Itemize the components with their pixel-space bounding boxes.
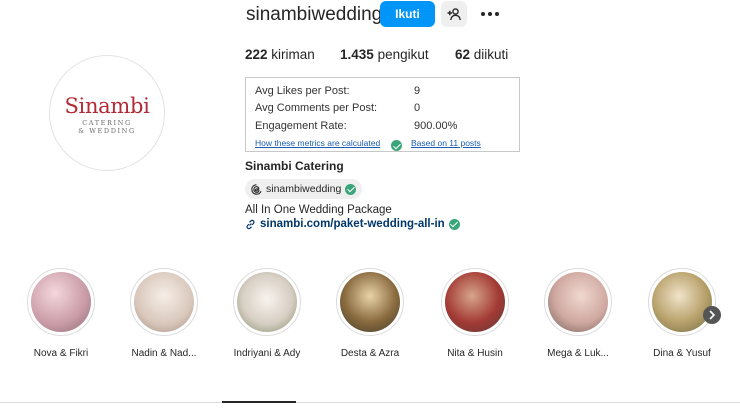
- highlight-cover: [548, 272, 608, 332]
- metrics-check-icon: [391, 140, 402, 152]
- how-metrics-link[interactable]: How these metrics are calculated: [255, 138, 380, 148]
- highlights-next-button[interactable]: [703, 306, 721, 324]
- following-count: 62: [455, 47, 471, 62]
- avg-likes-value: 9: [414, 85, 421, 97]
- highlight-label: Nita & Husin: [447, 348, 503, 359]
- highlight-cover: [31, 272, 91, 332]
- add-person-icon: [447, 8, 461, 21]
- avg-likes-label: Avg Likes per Post:: [255, 85, 350, 97]
- highlight-label: Desta & Azra: [340, 348, 400, 359]
- highlight-cover: [237, 272, 297, 332]
- threads-handle: sinambiwedding: [266, 183, 342, 195]
- engagement-rate-value: 900.00%: [414, 120, 458, 132]
- highlight-item[interactable]: Nadin & Nad...: [116, 268, 212, 359]
- profile-bio: All In One Wedding Package: [245, 204, 392, 216]
- more-dots-icon: [481, 12, 499, 16]
- highlight-item[interactable]: Nova & Fikri: [13, 268, 109, 359]
- posts-count: 222: [245, 47, 268, 62]
- logo-line2: & WEDDING: [78, 127, 136, 135]
- highlight-cover: [340, 272, 400, 332]
- profile-website-link[interactable]: sinambi.com/paket-wedding-all-in: [245, 218, 460, 230]
- highlight-label: Mega & Luk...: [547, 348, 609, 359]
- threads-icon: [251, 183, 262, 195]
- profile-full-name: Sinambi Catering: [245, 159, 344, 173]
- following-label: diikuti: [473, 47, 509, 62]
- based-on-posts-link[interactable]: Based on 11 posts: [411, 138, 481, 148]
- followers-count: 1.435: [340, 47, 374, 62]
- following-stat[interactable]: 62 diikuti: [455, 47, 508, 62]
- profile-username: sinambiwedding: [246, 4, 383, 25]
- highlight-item[interactable]: Desta & Azra: [322, 268, 418, 359]
- suggest-people-button[interactable]: [441, 1, 467, 27]
- more-options-button[interactable]: [478, 1, 502, 27]
- highlight-label: Indriyani & Ady: [233, 348, 301, 359]
- tab-posts-indicator[interactable]: [222, 401, 296, 403]
- engagement-rate-label: Engagement Rate:: [255, 120, 347, 132]
- highlight-item[interactable]: Mega & Luk...: [530, 268, 626, 359]
- posts-label: kiriman: [271, 47, 315, 62]
- highlight-cover: [652, 272, 712, 332]
- link-icon: [246, 219, 255, 229]
- verified-check-icon: [345, 183, 357, 195]
- highlight-cover: [445, 272, 505, 332]
- avg-comments-label: Avg Comments per Post:: [255, 102, 378, 114]
- chevron-right-icon: [709, 310, 716, 320]
- engagement-metrics-box: Avg Likes per Post: 9 Avg Comments per P…: [245, 77, 520, 152]
- highlight-label: Nova & Fikri: [33, 348, 89, 359]
- profile-avatar[interactable]: Sinambi CATERING & WEDDING: [49, 55, 165, 171]
- threads-badge[interactable]: sinambiwedding: [245, 179, 363, 199]
- website-text: sinambi.com/paket-wedding-all-in: [260, 218, 445, 230]
- logo-name: Sinambi: [64, 94, 150, 118]
- highlight-label: Dina & Yusuf: [653, 348, 711, 359]
- followers-stat[interactable]: 1.435 pengikut: [340, 47, 429, 62]
- highlight-cover: [134, 272, 194, 332]
- highlight-item[interactable]: Nita & Husin: [427, 268, 523, 359]
- followers-label: pengikut: [377, 47, 429, 62]
- avg-comments-value: 0: [414, 102, 421, 114]
- link-check-icon: [448, 218, 460, 230]
- posts-stat: 222 kiriman: [245, 47, 315, 62]
- follow-button[interactable]: Ikuti: [380, 1, 435, 27]
- logo-line1: CATERING: [82, 119, 132, 127]
- highlight-item[interactable]: Indriyani & Ady: [219, 268, 315, 359]
- highlight-label: Nadin & Nad...: [131, 348, 197, 359]
- tabs-divider: [0, 402, 740, 403]
